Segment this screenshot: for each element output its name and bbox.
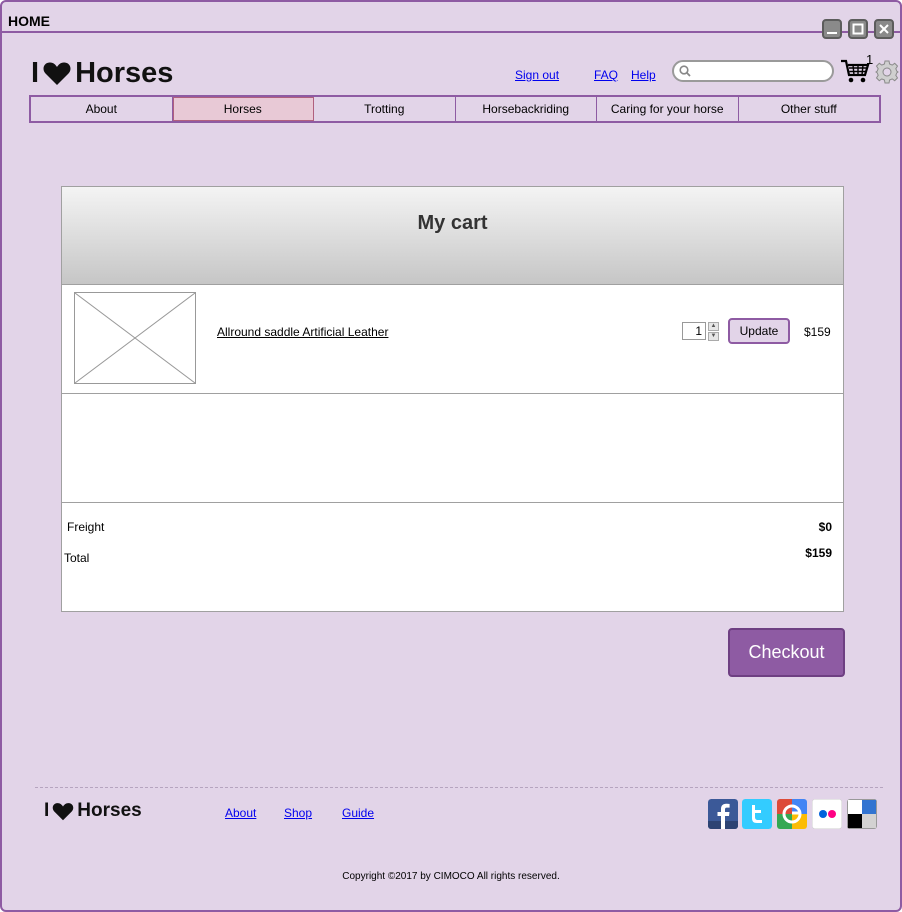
google-icon[interactable] [777, 799, 807, 829]
freight-label: Freight [67, 520, 105, 534]
footer-logo[interactable]: I Horses [44, 800, 142, 822]
search-icon [679, 65, 691, 77]
minimize-icon [827, 32, 837, 34]
footer-logo-suffix: Horses [77, 800, 142, 821]
facebook-icon[interactable] [708, 799, 738, 829]
delicious-icon[interactable] [847, 799, 877, 829]
maximize-button[interactable] [848, 19, 868, 39]
tab-about[interactable]: About [31, 97, 173, 121]
footer-link-guide[interactable]: Guide [342, 806, 374, 820]
update-button[interactable]: Update [728, 318, 790, 344]
tab-other-stuff[interactable]: Other stuff [739, 97, 880, 121]
product-image-placeholder[interactable] [74, 292, 196, 384]
total-value: $159 [805, 546, 832, 560]
site-logo[interactable]: I Horses [31, 57, 173, 90]
search-box[interactable] [672, 60, 834, 82]
divider [62, 502, 843, 503]
copyright-text: Copyright ©2017 by CIMOCO All rights res… [342, 871, 560, 882]
close-button[interactable] [874, 19, 894, 39]
decrement-arrow-icon[interactable]: ▼ [708, 332, 719, 341]
cart-item-link[interactable]: Allround saddle Artificial Leather [217, 325, 388, 339]
tab-horses[interactable]: Horses [172, 97, 314, 121]
footer-divider [35, 787, 883, 788]
total-label: Total [64, 551, 90, 565]
title-bar: HOME [2, 2, 900, 33]
twitter-icon[interactable] [742, 799, 772, 829]
tab-trotting[interactable]: Trotting [314, 97, 456, 121]
checkout-button[interactable]: Checkout [728, 628, 845, 677]
main-nav: About Horses Trotting Horsebackriding Ca… [29, 95, 881, 123]
cart-title: My cart [417, 212, 488, 234]
tab-caring-for-your-horse[interactable]: Caring for your horse [597, 97, 739, 121]
sign-out-link[interactable]: Sign out [515, 68, 559, 82]
browser-window: HOME I Horses Sign out FAQ Help 1 About … [0, 0, 902, 912]
cart-item-price: $159 [804, 325, 831, 339]
freight-value: $0 [818, 520, 832, 534]
heart-icon [53, 802, 74, 820]
footer-logo-prefix: I [44, 800, 50, 821]
image-placeholder-icon [74, 292, 196, 384]
close-icon [879, 24, 889, 34]
logo-suffix: Horses [75, 57, 174, 89]
heart-icon [43, 62, 71, 85]
quantity-stepper[interactable]: 1 ▲ ▼ [682, 322, 719, 342]
faq-link[interactable]: FAQ [594, 68, 618, 82]
cart-count-badge: 1 [866, 52, 874, 67]
cart-header: My cart [62, 187, 843, 285]
quantity-value[interactable]: 1 [682, 322, 706, 340]
maximize-icon [852, 23, 864, 35]
logo-prefix: I [31, 57, 40, 89]
gear-icon[interactable] [875, 60, 899, 84]
flickr-icon[interactable] [812, 799, 842, 829]
cart-panel: My cart Allround saddle Artificial Leath… [61, 186, 844, 612]
help-link[interactable]: Help [631, 68, 656, 82]
tab-horsebackriding[interactable]: Horsebackriding [456, 97, 597, 121]
window-title: HOME [8, 13, 50, 29]
increment-arrow-icon[interactable]: ▲ [708, 322, 719, 331]
footer-link-about[interactable]: About [225, 806, 256, 820]
footer-link-shop[interactable]: Shop [284, 806, 312, 820]
divider [62, 393, 843, 394]
search-input[interactable] [694, 63, 832, 81]
minimize-button[interactable] [822, 19, 842, 39]
